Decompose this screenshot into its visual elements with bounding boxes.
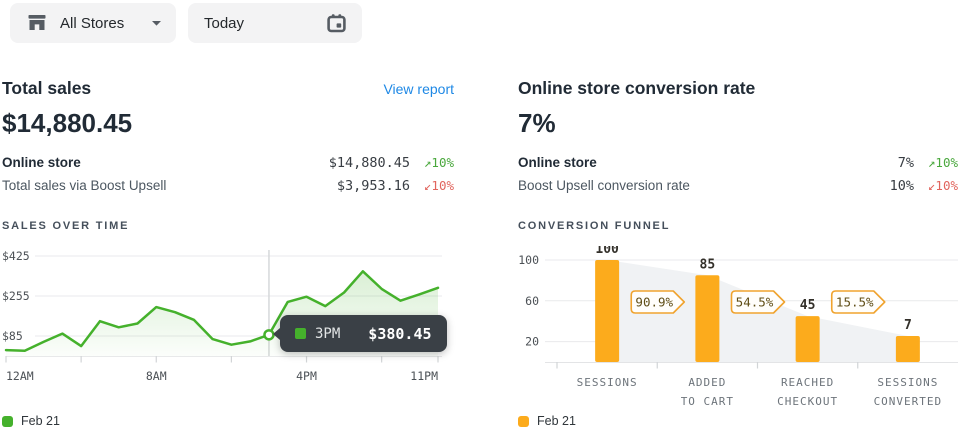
metric-row: Online store $14,880.45 ↗10% [2, 151, 454, 174]
svg-text:$255: $255 [2, 289, 30, 303]
metric-label: Total sales via Boost Upsell [2, 178, 337, 193]
metric-label: Boost Upsell conversion rate [518, 178, 890, 193]
metric-label: Online store [518, 155, 898, 170]
svg-text:90.9%: 90.9% [635, 295, 673, 310]
svg-text:8AM: 8AM [146, 369, 167, 383]
svg-text:4PM: 4PM [296, 369, 317, 383]
legend-swatch-orange [518, 416, 529, 427]
svg-text:TO CART: TO CART [681, 395, 734, 408]
svg-text:REACHED: REACHED [781, 376, 834, 389]
change-badge: ↗10% [918, 155, 958, 170]
conversion-rate-value: 7% [518, 108, 556, 139]
funnel-legend: Feb 21 [518, 414, 576, 428]
card-title: Total sales [2, 78, 91, 99]
metric-rows: Online store 7% ↗10% Boost Upsell conver… [518, 151, 958, 197]
metric-row: Total sales via Boost Upsell $3,953.16 ↙… [2, 174, 454, 197]
svg-text:SESSIONS: SESSIONS [577, 376, 638, 389]
card-title: Online store conversion rate [518, 78, 755, 99]
svg-text:15.5%: 15.5% [836, 295, 874, 310]
change-badge: ↙10% [918, 178, 958, 193]
section-title-sales-over-time: SALES OVER TIME [2, 220, 129, 232]
svg-text:85: 85 [700, 257, 716, 272]
legend-label: Feb 21 [537, 414, 576, 428]
conversion-rate-card: Online store conversion rate 7% Online s… [518, 0, 958, 431]
svg-text:20: 20 [525, 335, 539, 349]
metric-row: Online store 7% ↗10% [518, 151, 958, 174]
metric-value: $3,953.16 [337, 178, 410, 194]
svg-text:ADDED: ADDED [688, 376, 726, 389]
svg-text:100: 100 [518, 253, 539, 267]
svg-text:CONVERTED: CONVERTED [874, 395, 943, 408]
svg-text:100: 100 [595, 246, 619, 257]
metric-value: $14,880.45 [329, 155, 410, 171]
view-report-link[interactable]: View report [383, 81, 454, 97]
svg-text:CHECKOUT: CHECKOUT [777, 395, 838, 408]
tooltip-time: 3PM [315, 326, 340, 342]
svg-text:60: 60 [525, 294, 539, 308]
svg-text:SESSIONS: SESSIONS [877, 376, 938, 389]
sales-line-chart[interactable]: 3PM $380.45 $85 $255 $425 12AM 8AM 4PM 11PM [2, 246, 458, 393]
svg-text:$85: $85 [2, 329, 23, 343]
svg-text:$425: $425 [2, 249, 30, 263]
chart-tooltip: 3PM $380.45 [280, 315, 447, 352]
legend-label: Feb 21 [21, 414, 60, 428]
svg-text:11PM: 11PM [410, 369, 438, 383]
metric-row: Boost Upsell conversion rate 10% ↙10% [518, 174, 958, 197]
section-title-conversion-funnel: CONVERSION FUNNEL [518, 220, 670, 232]
change-badge: ↗10% [414, 155, 454, 170]
tooltip-series-swatch [295, 328, 306, 339]
metric-value: 7% [898, 155, 914, 171]
conversion-funnel-chart[interactable]: 20 60 100 100 85 45 7 90.9% 54.5% 15.5% SESSIONS AD… [518, 246, 958, 416]
tooltip-value: $380.45 [368, 325, 431, 343]
total-sales-value: $14,880.45 [2, 108, 132, 139]
legend-swatch-green [2, 416, 13, 427]
svg-text:7: 7 [904, 318, 912, 333]
metric-value: 10% [890, 178, 914, 194]
total-sales-card: Total sales View report $14,880.45 Onlin… [2, 0, 454, 431]
change-badge: ↙10% [414, 178, 454, 193]
svg-text:54.5%: 54.5% [736, 295, 774, 310]
svg-text:45: 45 [800, 298, 816, 313]
sales-legend: Feb 21 [2, 414, 60, 428]
metric-label: Online store [2, 155, 329, 170]
metric-rows: Online store $14,880.45 ↗10% Total sales… [2, 151, 454, 197]
svg-text:12AM: 12AM [6, 369, 34, 383]
